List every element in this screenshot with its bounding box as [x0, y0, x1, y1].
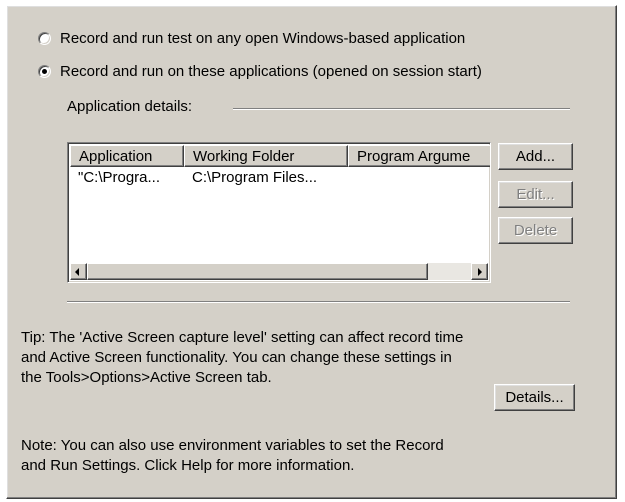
scroll-left-button[interactable]	[70, 263, 87, 280]
tip-line-2: and Active Screen functionality. You can…	[21, 349, 452, 366]
scroll-right-button[interactable]	[471, 263, 488, 280]
application-list-header: Application Working Folder Program Argum…	[70, 145, 490, 167]
column-working-folder[interactable]: Working Folder	[184, 145, 348, 167]
horizontal-scrollbar[interactable]	[70, 263, 488, 280]
note-text: Note: You can also use environment varia…	[21, 436, 581, 476]
radio-any-application-label: Record and run test on any open Windows-…	[60, 30, 466, 47]
radio-these-applications-indicator[interactable]	[38, 65, 51, 78]
tip-text: Tip: The 'Active Screen capture level' s…	[21, 328, 581, 388]
delete-button[interactable]: Delete	[498, 217, 573, 244]
application-details-divider	[233, 108, 570, 110]
arrow-right-icon	[478, 268, 482, 276]
note-line-1: Note: You can also use environment varia…	[21, 437, 444, 454]
column-program-arguments[interactable]: Program Argume	[348, 145, 490, 167]
column-application[interactable]: Application	[70, 145, 184, 167]
edit-button[interactable]: Edit...	[498, 181, 573, 208]
cell-application: "C:\Progra...	[78, 169, 161, 186]
table-row[interactable]: "C:\Progra... C:\Program Files...	[70, 169, 488, 186]
arrow-left-icon	[75, 268, 79, 276]
tip-line-1: Tip: The 'Active Screen capture level' s…	[21, 329, 464, 346]
section-divider	[67, 301, 570, 303]
application-details-label: Application details:	[67, 98, 193, 115]
details-button[interactable]: Details...	[494, 384, 575, 411]
add-button[interactable]: Add...	[498, 143, 573, 170]
radio-any-application[interactable]: Record and run test on any open Windows-…	[38, 30, 465, 47]
cell-working-folder: C:\Program Files...	[192, 169, 318, 186]
radio-these-applications-label: Record and run on these applications (op…	[60, 63, 482, 80]
scroll-thumb[interactable]	[87, 263, 428, 280]
record-run-settings-panel: Record and run test on any open Windows-…	[6, 5, 617, 499]
note-line-2: and Run Settings. Click Help for more in…	[21, 457, 355, 474]
radio-any-application-indicator[interactable]	[38, 32, 51, 45]
radio-these-applications[interactable]: Record and run on these applications (op…	[38, 63, 482, 80]
application-list[interactable]: Application Working Folder Program Argum…	[67, 142, 491, 283]
cell-program-arguments	[348, 169, 488, 186]
